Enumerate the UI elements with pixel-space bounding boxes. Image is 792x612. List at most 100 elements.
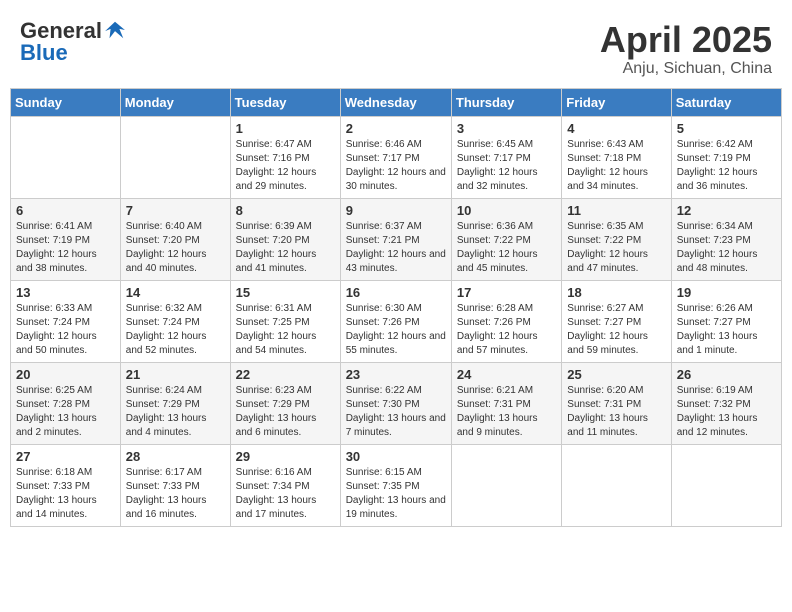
day-cell: 11 Sunrise: 6:35 AM Sunset: 7:22 PM Dayli… <box>562 198 671 280</box>
day-info: Sunrise: 6:27 AM Sunset: 7:27 PM Dayligh… <box>567 302 665 358</box>
day-cell <box>562 444 671 526</box>
day-number: 20 <box>16 367 115 382</box>
day-cell <box>671 444 781 526</box>
day-info: Sunrise: 6:25 AM Sunset: 7:28 PM Dayligh… <box>16 384 115 440</box>
day-info: Sunrise: 6:35 AM Sunset: 7:22 PM Dayligh… <box>567 220 665 276</box>
day-info: Sunrise: 6:41 AM Sunset: 7:19 PM Dayligh… <box>16 220 115 276</box>
day-info: Sunrise: 6:28 AM Sunset: 7:26 PM Dayligh… <box>457 302 556 358</box>
title-block: April 2025 Anju, Sichuan, China <box>600 20 772 78</box>
weekday-header-wednesday: Wednesday <box>340 88 451 116</box>
day-info: Sunrise: 6:17 AM Sunset: 7:33 PM Dayligh… <box>126 466 225 522</box>
day-number: 10 <box>457 203 556 218</box>
day-number: 5 <box>677 121 776 136</box>
day-number: 7 <box>126 203 225 218</box>
weekday-header-monday: Monday <box>120 88 230 116</box>
day-info: Sunrise: 6:16 AM Sunset: 7:34 PM Dayligh… <box>236 466 335 522</box>
day-number: 6 <box>16 203 115 218</box>
day-number: 18 <box>567 285 665 300</box>
day-number: 23 <box>346 367 446 382</box>
day-info: Sunrise: 6:45 AM Sunset: 7:17 PM Dayligh… <box>457 138 556 194</box>
day-cell: 9 Sunrise: 6:37 AM Sunset: 7:21 PM Daylig… <box>340 198 451 280</box>
day-cell: 8 Sunrise: 6:39 AM Sunset: 7:20 PM Daylig… <box>230 198 340 280</box>
day-info: Sunrise: 6:26 AM Sunset: 7:27 PM Dayligh… <box>677 302 776 358</box>
logo-general-text: General <box>20 20 102 42</box>
weekday-header-thursday: Thursday <box>451 88 561 116</box>
day-number: 27 <box>16 449 115 464</box>
day-number: 29 <box>236 449 335 464</box>
location: Anju, Sichuan, China <box>600 60 772 78</box>
week-row-1: 1 Sunrise: 6:47 AM Sunset: 7:16 PM Daylig… <box>11 116 782 198</box>
day-number: 8 <box>236 203 335 218</box>
day-number: 15 <box>236 285 335 300</box>
day-info: Sunrise: 6:33 AM Sunset: 7:24 PM Dayligh… <box>16 302 115 358</box>
day-info: Sunrise: 6:37 AM Sunset: 7:21 PM Dayligh… <box>346 220 446 276</box>
day-cell: 24 Sunrise: 6:21 AM Sunset: 7:31 PM Dayli… <box>451 362 561 444</box>
day-cell <box>120 116 230 198</box>
day-number: 21 <box>126 367 225 382</box>
day-info: Sunrise: 6:32 AM Sunset: 7:24 PM Dayligh… <box>126 302 225 358</box>
day-number: 22 <box>236 367 335 382</box>
day-cell: 14Sunrise: 6:32 AM Sunset: 7:24 PM Dayli… <box>120 280 230 362</box>
day-info: Sunrise: 6:21 AM Sunset: 7:31 PM Dayligh… <box>457 384 556 440</box>
day-cell: 19 Sunrise: 6:26 AM Sunset: 7:27 PM Dayli… <box>671 280 781 362</box>
day-cell: 21Sunrise: 6:24 AM Sunset: 7:29 PM Dayli… <box>120 362 230 444</box>
day-info: Sunrise: 6:15 AM Sunset: 7:35 PM Dayligh… <box>346 466 446 522</box>
day-info: Sunrise: 6:36 AM Sunset: 7:22 PM Dayligh… <box>457 220 556 276</box>
day-cell: 18 Sunrise: 6:27 AM Sunset: 7:27 PM Dayli… <box>562 280 671 362</box>
logo-blue-text: Blue <box>20 42 126 64</box>
day-cell: 6 Sunrise: 6:41 AM Sunset: 7:19 PM Daylig… <box>11 198 121 280</box>
day-number: 11 <box>567 203 665 218</box>
week-row-2: 6 Sunrise: 6:41 AM Sunset: 7:19 PM Daylig… <box>11 198 782 280</box>
day-number: 2 <box>346 121 446 136</box>
day-info: Sunrise: 6:31 AM Sunset: 7:25 PM Dayligh… <box>236 302 335 358</box>
logo: General Blue <box>20 20 126 64</box>
day-info: Sunrise: 6:22 AM Sunset: 7:30 PM Dayligh… <box>346 384 446 440</box>
weekday-header-sunday: Sunday <box>11 88 121 116</box>
weekday-header-row: SundayMondayTuesdayWednesdayThursdayFrid… <box>11 88 782 116</box>
day-cell: 25Sunrise: 6:20 AM Sunset: 7:31 PM Dayli… <box>562 362 671 444</box>
day-number: 19 <box>677 285 776 300</box>
day-cell: 26 Sunrise: 6:19 AM Sunset: 7:32 PM Dayli… <box>671 362 781 444</box>
day-number: 1 <box>236 121 335 136</box>
day-cell <box>11 116 121 198</box>
day-number: 25 <box>567 367 665 382</box>
week-row-3: 13 Sunrise: 6:33 AM Sunset: 7:24 PM Dayli… <box>11 280 782 362</box>
day-cell: 2 Sunrise: 6:46 AM Sunset: 7:17 PM Daylig… <box>340 116 451 198</box>
weekday-header-tuesday: Tuesday <box>230 88 340 116</box>
logo-bird-icon <box>104 19 126 41</box>
day-info: Sunrise: 6:43 AM Sunset: 7:18 PM Dayligh… <box>567 138 665 194</box>
weekday-header-saturday: Saturday <box>671 88 781 116</box>
day-cell: 27 Sunrise: 6:18 AM Sunset: 7:33 PM Dayli… <box>11 444 121 526</box>
day-info: Sunrise: 6:34 AM Sunset: 7:23 PM Dayligh… <box>677 220 776 276</box>
week-row-5: 27 Sunrise: 6:18 AM Sunset: 7:33 PM Dayli… <box>11 444 782 526</box>
day-number: 30 <box>346 449 446 464</box>
day-cell: 3Sunrise: 6:45 AM Sunset: 7:17 PM Daylig… <box>451 116 561 198</box>
day-info: Sunrise: 6:18 AM Sunset: 7:33 PM Dayligh… <box>16 466 115 522</box>
day-cell: 13 Sunrise: 6:33 AM Sunset: 7:24 PM Dayli… <box>11 280 121 362</box>
day-number: 26 <box>677 367 776 382</box>
day-number: 13 <box>16 285 115 300</box>
day-cell: 15 Sunrise: 6:31 AM Sunset: 7:25 PM Dayli… <box>230 280 340 362</box>
day-cell: 16Sunrise: 6:30 AM Sunset: 7:26 PM Dayli… <box>340 280 451 362</box>
day-cell: 22 Sunrise: 6:23 AM Sunset: 7:29 PM Dayli… <box>230 362 340 444</box>
day-number: 12 <box>677 203 776 218</box>
day-info: Sunrise: 6:46 AM Sunset: 7:17 PM Dayligh… <box>346 138 446 194</box>
day-number: 24 <box>457 367 556 382</box>
day-cell: 17Sunrise: 6:28 AM Sunset: 7:26 PM Dayli… <box>451 280 561 362</box>
day-cell: 5Sunrise: 6:42 AM Sunset: 7:19 PM Daylig… <box>671 116 781 198</box>
day-cell: 7Sunrise: 6:40 AM Sunset: 7:20 PM Daylig… <box>120 198 230 280</box>
day-info: Sunrise: 6:39 AM Sunset: 7:20 PM Dayligh… <box>236 220 335 276</box>
weekday-header-friday: Friday <box>562 88 671 116</box>
day-info: Sunrise: 6:47 AM Sunset: 7:16 PM Dayligh… <box>236 138 335 194</box>
day-info: Sunrise: 6:30 AM Sunset: 7:26 PM Dayligh… <box>346 302 446 358</box>
day-number: 9 <box>346 203 446 218</box>
day-cell <box>451 444 561 526</box>
week-row-4: 20 Sunrise: 6:25 AM Sunset: 7:28 PM Dayli… <box>11 362 782 444</box>
day-cell: 29 Sunrise: 6:16 AM Sunset: 7:34 PM Dayli… <box>230 444 340 526</box>
month-title: April 2025 <box>600 20 772 60</box>
calendar-table: SundayMondayTuesdayWednesdayThursdayFrid… <box>10 88 782 527</box>
day-number: 28 <box>126 449 225 464</box>
day-cell: 4Sunrise: 6:43 AM Sunset: 7:18 PM Daylig… <box>562 116 671 198</box>
day-info: Sunrise: 6:19 AM Sunset: 7:32 PM Dayligh… <box>677 384 776 440</box>
day-info: Sunrise: 6:23 AM Sunset: 7:29 PM Dayligh… <box>236 384 335 440</box>
